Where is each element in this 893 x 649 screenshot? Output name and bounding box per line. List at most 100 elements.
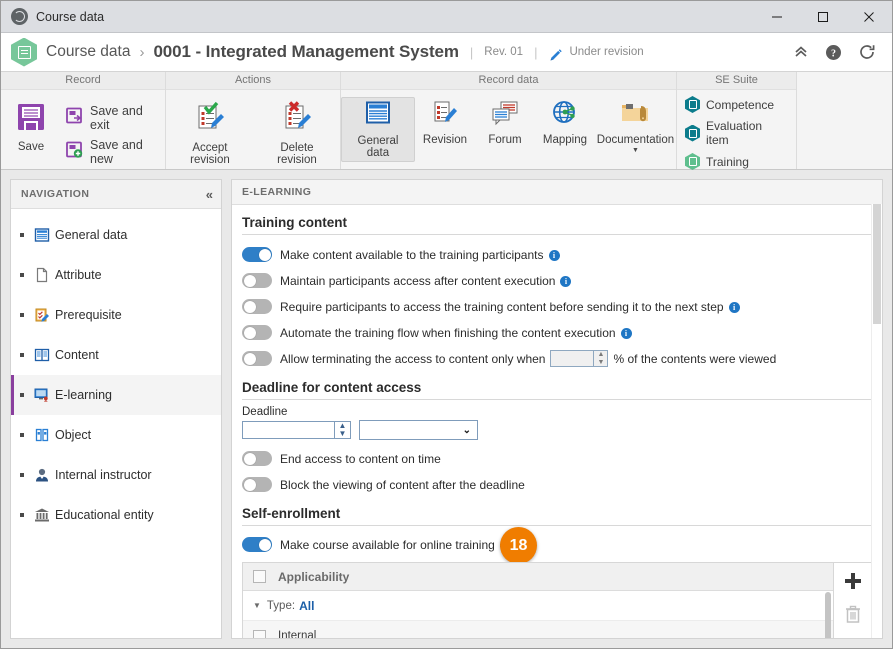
chevron-down-icon[interactable]: ▼ [253, 601, 261, 610]
row-checkbox[interactable] [253, 629, 266, 638]
record-title: 0001 - Integrated Management System [153, 42, 459, 61]
sidebar-item-label: Internal instructor [55, 468, 152, 482]
minimize-button[interactable] [754, 1, 800, 32]
percent-input[interactable] [550, 350, 595, 367]
header-divider-1: | [469, 44, 474, 60]
setting-label: Require participants to access the train… [280, 299, 724, 314]
toggle-maintain-participants-access[interactable] [242, 273, 272, 288]
save-and-new-button[interactable]: Save and new [61, 135, 165, 169]
sidebar-item-educational-entity[interactable]: Educational entity [11, 495, 221, 535]
details-window-icon[interactable] [842, 636, 864, 638]
sidebar-item-label: Prerequisite [55, 308, 122, 322]
competence-hex-icon [685, 96, 700, 113]
ribbon-group-record-data: Record data General data Revision Forum … [341, 72, 677, 169]
delete-revision-label: Delete revision [277, 142, 317, 166]
accept-revision-button[interactable]: Accept revision [166, 99, 254, 168]
sidebar-item-content[interactable]: Content [11, 335, 221, 375]
plus-icon[interactable] [842, 570, 864, 592]
section-title-training-content: Training content [242, 215, 872, 235]
forum-icon [490, 99, 520, 132]
window-controls [754, 1, 892, 32]
navigation-list: General data Attribute Prerequisite Cont… [11, 209, 221, 638]
accept-revision-label: Accept revision [190, 142, 230, 166]
navigation-header: NAVIGATION « [11, 180, 221, 209]
stepper-down-icon[interactable]: ▼ [594, 359, 607, 367]
tab-general-data[interactable]: General data [341, 97, 415, 162]
training-hex-icon [685, 153, 700, 170]
toggle-block-viewing-after-deadline[interactable] [242, 477, 272, 492]
grid-group-label: Type: [266, 599, 296, 612]
evaluation-item-label: Evaluation item [706, 119, 763, 147]
info-icon[interactable]: i [620, 328, 632, 339]
toggle-make-course-available-online[interactable] [242, 537, 272, 552]
info-icon[interactable]: i [548, 250, 560, 261]
deadline-input[interactable] [242, 421, 335, 439]
setting-label: Make content available to the training p… [280, 247, 544, 262]
sidebar-item-prerequisite[interactable]: Prerequisite [11, 295, 221, 335]
refresh-icon[interactable] [858, 43, 876, 61]
chevron-left-double-icon[interactable]: « [206, 187, 213, 202]
sidebar-item-object[interactable]: Object [11, 415, 221, 455]
tab-mapping[interactable]: Mapping [535, 97, 595, 148]
deadline-stepper-buttons[interactable]: ▲ ▼ [335, 421, 351, 439]
chevron-down-icon[interactable]: ▼ [632, 147, 639, 154]
delete-revision-icon [279, 101, 315, 140]
grid-group-row[interactable]: ▼ Type: All [243, 591, 833, 621]
se-suite-competence-link[interactable]: Competence [685, 95, 786, 114]
tab-general-data-label: General data [357, 135, 399, 159]
header-actions: ? [793, 43, 882, 61]
toggle-require-participants-access[interactable] [242, 299, 272, 314]
ribbon-group-record: Record Save Save and exit Save and new [1, 72, 166, 169]
sidebar-item-attribute[interactable]: Attribute [11, 255, 221, 295]
breadcrumb-root[interactable]: Course data [46, 43, 130, 61]
deadline-unit-select[interactable]: ⌄ [359, 420, 478, 440]
toggle-automate-training-flow[interactable] [242, 325, 272, 340]
toggle-end-access-on-time[interactable] [242, 451, 272, 466]
content-vertical-scrollbar[interactable] [871, 204, 882, 638]
table-row[interactable]: Internal [243, 621, 833, 638]
maximize-button[interactable] [800, 1, 846, 32]
tab-documentation[interactable]: Documentation ▼ [595, 97, 676, 156]
se-suite-evaluation-item-link[interactable]: Evaluation item [685, 118, 786, 148]
tab-revision[interactable]: Revision [415, 97, 475, 148]
chevron-up-double-icon[interactable] [793, 44, 809, 60]
toggle-allow-terminating-access[interactable] [242, 351, 272, 366]
sidebar-item-internal-instructor[interactable]: Internal instructor [11, 455, 221, 495]
applicability-grid-header: Applicability [243, 563, 833, 591]
info-icon[interactable]: i [560, 276, 572, 287]
bullet-icon [20, 393, 24, 397]
info-icon[interactable]: i [728, 302, 740, 313]
applicability-grid: Applicability ▼ Type: All Internal [242, 562, 872, 638]
content-scroll-area: Training content Make content available … [232, 205, 882, 638]
sidebar-item-general-data[interactable]: General data [11, 215, 221, 255]
setting-label: End access to content on time [280, 451, 441, 466]
delete-revision-button[interactable]: Delete revision [254, 99, 340, 168]
close-button[interactable] [846, 1, 892, 32]
se-suite-training-link[interactable]: Training [685, 152, 786, 171]
help-circle-icon[interactable]: ? [825, 44, 842, 61]
setting-row: End access to content on time [242, 446, 872, 471]
tab-forum[interactable]: Forum [475, 97, 535, 148]
percent-stepper[interactable]: ▲ ▼ [550, 350, 609, 367]
chevron-down-icon[interactable]: ⌄ [463, 425, 471, 436]
trash-icon[interactable] [842, 603, 864, 625]
course-data-hex-icon [11, 37, 37, 67]
sidebar-item-e-learning[interactable]: E-learning [11, 375, 221, 415]
percent-stepper-buttons[interactable]: ▲ ▼ [594, 350, 609, 367]
save-button[interactable]: Save [1, 94, 61, 155]
save-and-exit-button[interactable]: Save and exit [61, 101, 165, 135]
general-data-icon [363, 100, 393, 133]
record-header: Course data › 0001 - Integrated Manageme… [1, 33, 892, 71]
bullet-icon [20, 353, 24, 357]
save-new-icon [65, 140, 84, 164]
toggle-make-content-available[interactable] [242, 247, 272, 262]
sidebar-item-label: Content [55, 348, 99, 362]
save-and-exit-label: Save and exit [90, 104, 143, 132]
stepper-down-icon[interactable]: ▼ [335, 430, 350, 438]
select-all-checkbox[interactable] [253, 570, 266, 583]
bullet-icon [20, 233, 24, 237]
setting-row: Make content available to the training p… [242, 242, 872, 267]
grid-scrollbar[interactable] [825, 592, 831, 638]
content-panel-title: E-LEARNING [242, 186, 312, 198]
stepper-up-icon[interactable]: ▲ [594, 351, 607, 359]
